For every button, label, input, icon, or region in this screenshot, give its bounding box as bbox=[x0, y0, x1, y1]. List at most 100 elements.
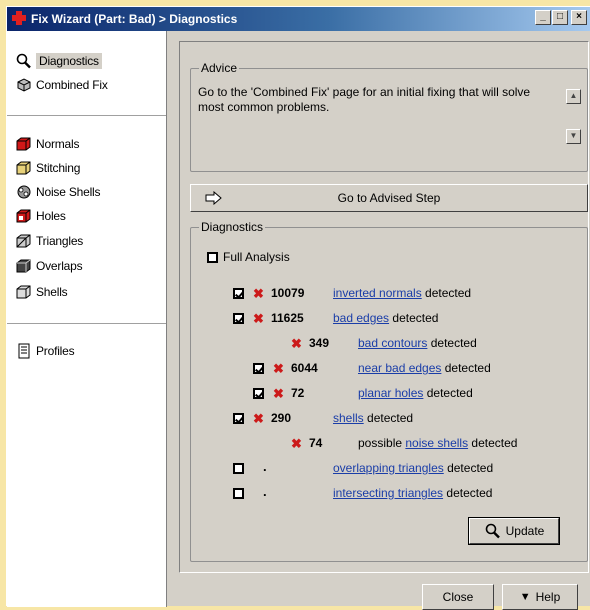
triangles-cube-icon bbox=[16, 234, 31, 248]
scroll-down-button[interactable]: ▼ bbox=[566, 129, 581, 144]
inverted-normals-desc: inverted normals detected bbox=[333, 286, 472, 300]
sidebar-item-label: Stitching bbox=[36, 161, 81, 175]
sidebar-item-combined-fix[interactable]: Combined Fix bbox=[15, 75, 108, 95]
maximize-button[interactable]: □ bbox=[552, 10, 568, 25]
diagnostics-page: Advice Go to the 'Combined Fix' page for… bbox=[179, 41, 589, 573]
full-analysis-label: Full Analysis bbox=[223, 250, 290, 264]
sidebar-item-label: Triangles bbox=[36, 234, 84, 248]
sidebar-item-shells[interactable]: Shells bbox=[15, 282, 68, 302]
normals-cube-icon bbox=[16, 137, 31, 151]
sidebar-item-noise-shells[interactable]: Noise Shells bbox=[15, 182, 101, 202]
sidebar-item-profiles[interactable]: Profiles bbox=[15, 341, 75, 361]
minimize-button[interactable]: _ bbox=[535, 10, 551, 25]
triangle-down-icon: ▼ bbox=[519, 591, 531, 603]
diagnostics-group: Diagnostics Full Analysis ✖ 10079 invert… bbox=[190, 220, 588, 562]
error-x-icon: ✖ bbox=[291, 336, 302, 351]
sidebar-item-diagnostics[interactable]: Diagnostics bbox=[15, 51, 102, 71]
sidebar-divider bbox=[7, 115, 166, 116]
sidebar-item-label: Normals bbox=[36, 137, 80, 151]
full-analysis-checkbox[interactable] bbox=[207, 252, 218, 263]
sidebar-item-label: Combined Fix bbox=[36, 78, 108, 92]
noise-shells-link[interactable]: noise shells bbox=[405, 436, 468, 450]
intersecting-triangles-desc: intersecting triangles detected bbox=[333, 486, 493, 500]
help-button[interactable]: ▼ Help bbox=[502, 584, 578, 610]
stitching-cube-icon bbox=[16, 161, 31, 175]
intersecting-triangles-count: . bbox=[263, 484, 267, 499]
advice-text: Go to the 'Combined Fix' page for an ini… bbox=[198, 85, 531, 114]
error-x-icon: ✖ bbox=[273, 361, 284, 376]
near-bad-edges-checkbox[interactable] bbox=[253, 363, 264, 374]
overlapping-triangles-count: . bbox=[263, 459, 267, 474]
profiles-icon bbox=[18, 343, 30, 359]
update-button-label: Update bbox=[505, 524, 545, 538]
planar-holes-count: 72 bbox=[291, 386, 305, 400]
shells-checkbox[interactable] bbox=[233, 413, 244, 424]
diagnostics-group-label: Diagnostics bbox=[199, 220, 266, 234]
error-x-icon: ✖ bbox=[253, 286, 264, 301]
red-cross-app-icon bbox=[12, 11, 26, 25]
inverted-normals-link[interactable]: inverted normals bbox=[333, 286, 422, 300]
scroll-up-button[interactable]: ▲ bbox=[566, 89, 581, 104]
error-x-icon: ✖ bbox=[273, 386, 284, 401]
window-title: Fix Wizard (Part: Bad) > Diagnostics bbox=[31, 12, 238, 26]
bad-edges-count: 11625 bbox=[271, 311, 304, 325]
sidebar-item-overlaps[interactable]: Overlaps bbox=[15, 256, 83, 276]
holes-cube-icon bbox=[16, 209, 31, 223]
bad-contours-desc: bad contours detected bbox=[358, 336, 477, 350]
bad-contours-count: 349 bbox=[309, 336, 330, 350]
overlapping-triangles-desc: overlapping triangles detected bbox=[333, 461, 494, 475]
shells-count: 290 bbox=[271, 411, 292, 425]
overlaps-cube-icon bbox=[16, 259, 31, 273]
noise-shells-desc: possible noise shells detected bbox=[358, 436, 518, 450]
arrow-right-icon bbox=[205, 191, 222, 205]
error-x-icon: ✖ bbox=[291, 436, 302, 451]
fix-wizard-window: Fix Wizard (Part: Bad) > Diagnostics _ □… bbox=[6, 6, 590, 610]
intersecting-triangles-checkbox[interactable] bbox=[233, 488, 244, 499]
help-button-label: Help bbox=[535, 590, 561, 604]
planar-holes-link[interactable]: planar holes bbox=[358, 386, 423, 400]
bad-edges-checkbox[interactable] bbox=[233, 313, 244, 324]
overlapping-triangles-link[interactable]: overlapping triangles bbox=[333, 461, 444, 475]
magnifier-icon bbox=[16, 53, 31, 69]
go-to-advised-step-button[interactable]: Go to Advised Step bbox=[190, 184, 588, 212]
overlapping-triangles-checkbox[interactable] bbox=[233, 463, 244, 474]
update-button[interactable]: Update bbox=[468, 517, 560, 545]
magnifier-icon bbox=[485, 523, 500, 539]
advised-step-label: Go to Advised Step bbox=[337, 191, 441, 205]
sidebar-item-holes[interactable]: Holes bbox=[15, 206, 66, 226]
sidebar-item-label: Overlaps bbox=[36, 259, 83, 273]
shells-link[interactable]: shells bbox=[333, 411, 364, 425]
wizard-sidebar: Diagnostics Combined Fix Normals Stitchi… bbox=[7, 31, 167, 607]
sidebar-item-triangles[interactable]: Triangles bbox=[15, 231, 83, 251]
bad-edges-link[interactable]: bad edges bbox=[333, 311, 389, 325]
sidebar-item-label: Profiles bbox=[36, 344, 75, 358]
bad-edges-desc: bad edges detected bbox=[333, 311, 439, 325]
inverted-normals-count: 10079 bbox=[271, 286, 305, 300]
near-bad-edges-desc: near bad edges detected bbox=[358, 361, 491, 375]
sidebar-item-label: Noise Shells bbox=[36, 185, 101, 199]
sidebar-item-stitching[interactable]: Stitching bbox=[15, 158, 80, 178]
sidebar-item-label: Shells bbox=[36, 285, 68, 299]
advice-group: Advice Go to the 'Combined Fix' page for… bbox=[190, 61, 588, 172]
intersecting-triangles-link[interactable]: intersecting triangles bbox=[333, 486, 443, 500]
planar-holes-checkbox[interactable] bbox=[253, 388, 264, 399]
inverted-normals-checkbox[interactable] bbox=[233, 288, 244, 299]
near-bad-edges-count: 6044 bbox=[291, 361, 318, 375]
sidebar-item-normals[interactable]: Normals bbox=[15, 134, 79, 154]
bad-contours-link[interactable]: bad contours bbox=[358, 336, 427, 350]
planar-holes-desc: planar holes detected bbox=[358, 386, 473, 400]
title-bar[interactable]: Fix Wizard (Part: Bad) > Diagnostics _ □… bbox=[7, 7, 590, 31]
noise-shells-icon bbox=[17, 185, 31, 199]
sidebar-item-label: Holes bbox=[36, 209, 66, 223]
main-area: Advice Go to the 'Combined Fix' page for… bbox=[167, 31, 590, 610]
sidebar-item-label: Diagnostics bbox=[36, 53, 102, 69]
noise-shells-count: 74 bbox=[309, 436, 323, 450]
close-window-button[interactable]: × bbox=[571, 10, 587, 25]
sidebar-divider bbox=[7, 323, 166, 324]
shells-desc: shells detected bbox=[333, 411, 414, 425]
error-x-icon: ✖ bbox=[253, 411, 264, 426]
advice-group-label: Advice bbox=[199, 61, 240, 75]
near-bad-edges-link[interactable]: near bad edges bbox=[358, 361, 441, 375]
combined-fix-icon bbox=[17, 78, 31, 92]
close-button[interactable]: Close bbox=[422, 584, 494, 610]
